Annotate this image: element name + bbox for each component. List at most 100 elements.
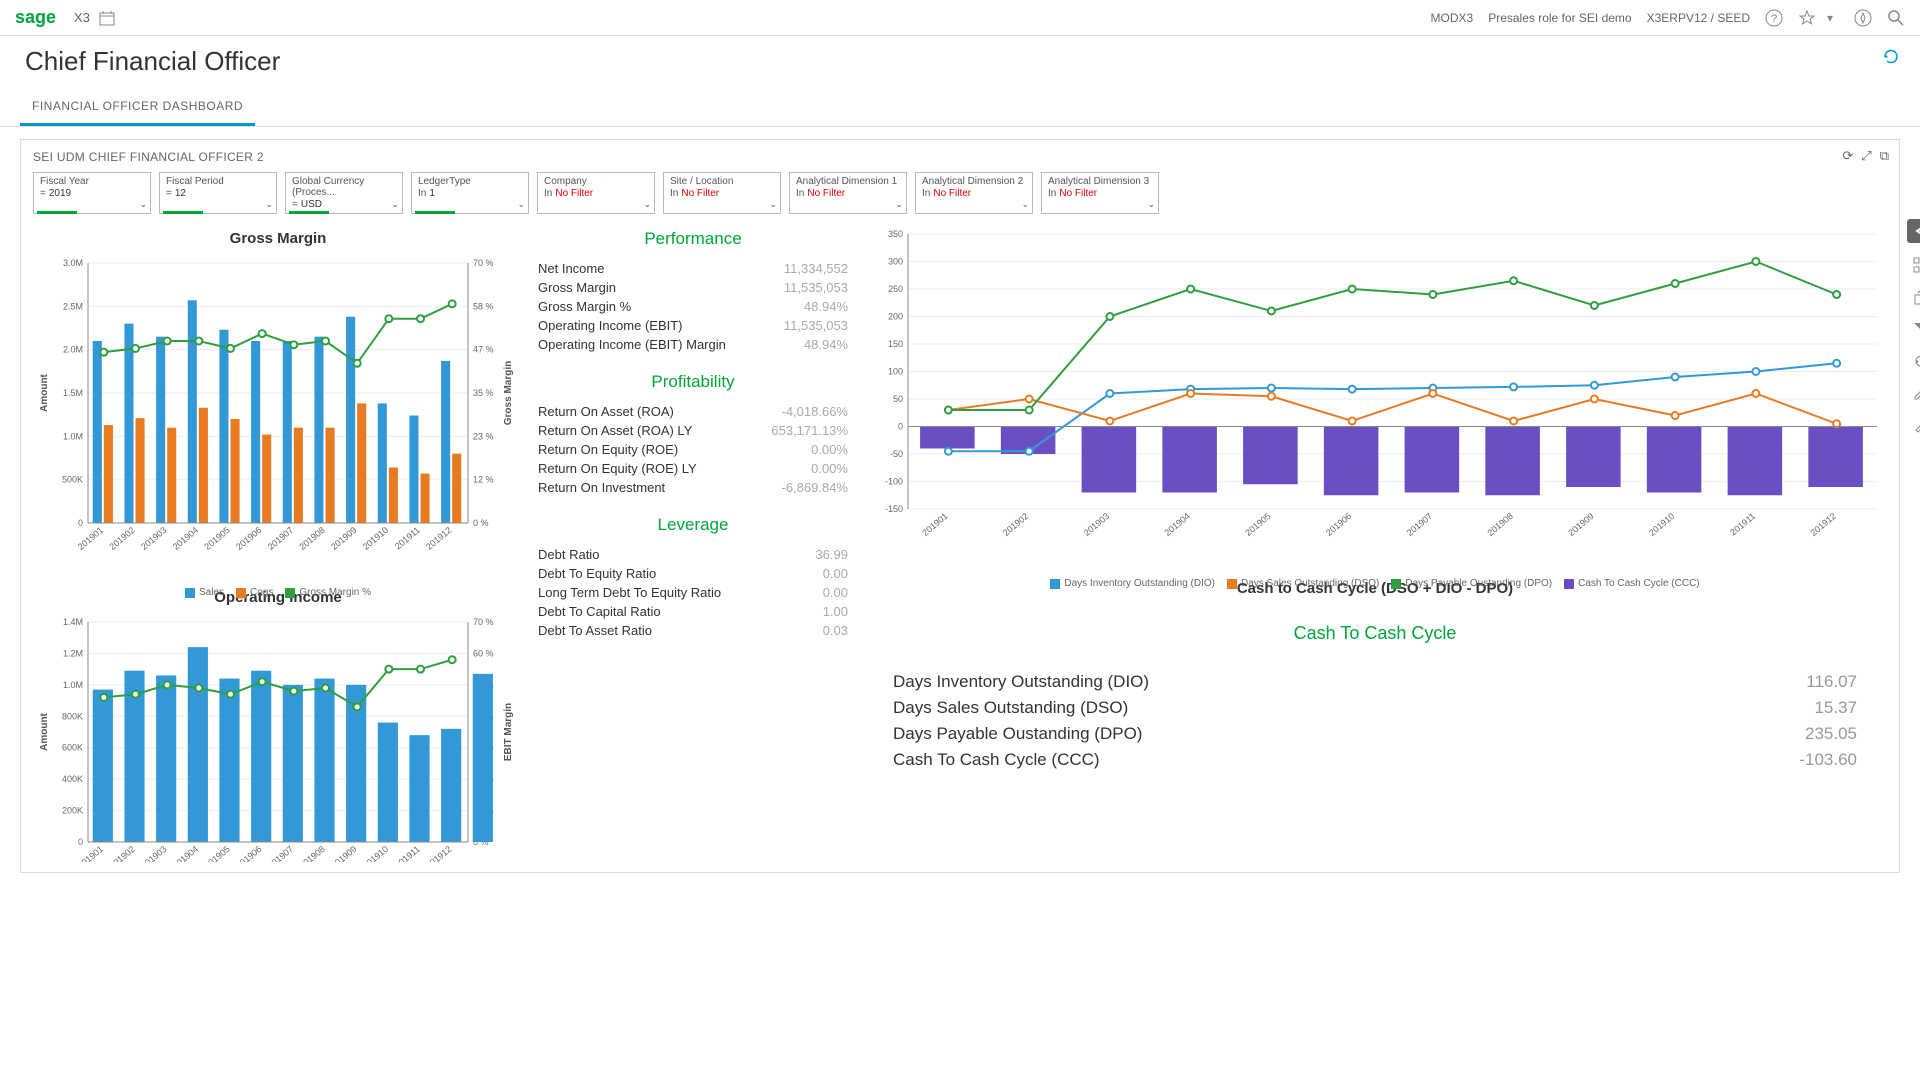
svg-text:201908: 201908: [1485, 511, 1514, 538]
kpi-row: Return On Equity (ROE)0.00%: [538, 440, 848, 459]
filter-icon[interactable]: [1911, 319, 1920, 339]
filter-site-location[interactable]: Site / Location In No Filter ⌄: [663, 172, 781, 214]
svg-text:201902: 201902: [107, 525, 136, 552]
export-icon[interactable]: [1911, 287, 1920, 307]
svg-text:47 %: 47 %: [473, 345, 494, 355]
svg-text:201907: 201907: [266, 525, 295, 552]
page-title: Chief Financial Officer: [0, 36, 1920, 89]
grid-icon[interactable]: [1911, 255, 1920, 275]
filter-company[interactable]: Company In No Filter ⌄: [537, 172, 655, 214]
performance-title: Performance: [538, 229, 848, 249]
kpi-row: Debt To Capital Ratio1.00: [538, 602, 848, 621]
svg-text:201904: 201904: [1162, 511, 1191, 538]
svg-text:201911: 201911: [393, 844, 422, 862]
star-icon[interactable]: [1798, 9, 1816, 27]
svg-text:201903: 201903: [139, 525, 168, 552]
svg-text:201910: 201910: [1647, 511, 1676, 538]
refresh-icon[interactable]: ⟳: [1842, 148, 1853, 164]
profitability-section: Profitability Return On Asset (ROA)-4,01…: [538, 372, 848, 497]
svg-text:2.0M: 2.0M: [63, 345, 83, 355]
svg-text:201910: 201910: [361, 844, 390, 862]
kpi-row: Net Income11,334,552: [538, 259, 848, 278]
kpi-row: Operating Income (EBIT)11,535,053: [538, 316, 848, 335]
svg-text:-150: -150: [885, 504, 903, 514]
svg-text:70 %: 70 %: [473, 617, 494, 627]
filter-fiscal-period[interactable]: Fiscal Period = 12 ⌄: [159, 172, 277, 214]
svg-text:-100: -100: [885, 477, 903, 487]
kpi-row: Operating Income (EBIT) Margin48.94%: [538, 335, 848, 354]
svg-text:201906: 201906: [234, 525, 263, 552]
refresh-icon[interactable]: [1882, 48, 1900, 66]
profitability-title: Profitability: [538, 372, 848, 392]
chart-title-gross-margin: Gross Margin: [33, 230, 523, 247]
svg-text:500K: 500K: [62, 475, 83, 485]
filter-ledgertype[interactable]: LedgerType In 1 ⌄: [411, 172, 529, 214]
svg-text:3.0M: 3.0M: [63, 258, 83, 268]
filter-fiscal-year[interactable]: Fiscal Year = 2019 ⌄: [33, 172, 151, 214]
svg-text:50: 50: [893, 394, 903, 404]
tab-financial-dashboard[interactable]: FINANCIAL OFFICER DASHBOARD: [20, 89, 255, 126]
chevron-down-icon[interactable]: ▾: [1821, 9, 1839, 27]
svg-text:201910: 201910: [361, 525, 390, 552]
filter-analytical-dimension-2[interactable]: Analytical Dimension 2 In No Filter ⌄: [915, 172, 1033, 214]
svg-text:201902: 201902: [1001, 511, 1030, 538]
svg-text:201903: 201903: [1082, 511, 1111, 538]
back-icon[interactable]: [1907, 219, 1920, 243]
leverage-title: Leverage: [538, 515, 848, 535]
svg-text:1.0M: 1.0M: [63, 431, 83, 441]
kpi-row: Days Sales Outstanding (DSO)15.37: [893, 695, 1857, 721]
filter-analytical-dimension-1[interactable]: Analytical Dimension 1 In No Filter ⌄: [789, 172, 907, 214]
mod-label[interactable]: MODX3: [1431, 11, 1474, 25]
svg-text:201901: 201901: [76, 525, 105, 552]
svg-text:201905: 201905: [1243, 511, 1272, 538]
kpi-row: Gross Margin %48.94%: [538, 297, 848, 316]
svg-text:1.5M: 1.5M: [63, 388, 83, 398]
popout-icon[interactable]: ⧉: [1880, 148, 1889, 164]
kpi-row: Gross Margin11,535,053: [538, 278, 848, 297]
dashboard-panel: SEI UDM CHIEF FINANCIAL OFFICER 2 ⟳ ⤢ ⧉ …: [20, 139, 1900, 873]
product-label: X3: [74, 10, 90, 25]
svg-text:12 %: 12 %: [473, 475, 494, 485]
svg-text:201907: 201907: [266, 844, 295, 862]
svg-text:60 %: 60 %: [473, 648, 494, 658]
svg-text:300: 300: [888, 257, 903, 267]
kpi-row: Return On Asset (ROA) LY653,171.13%: [538, 421, 848, 440]
role-label[interactable]: Presales role for SEI demo: [1488, 11, 1631, 25]
svg-text:800K: 800K: [62, 711, 83, 721]
sync-icon[interactable]: [1911, 351, 1920, 371]
help-icon[interactable]: ?: [1765, 9, 1783, 27]
svg-text:201906: 201906: [234, 844, 263, 862]
svg-text:-50: -50: [890, 449, 903, 459]
expand-icon[interactable]: ⤢: [1861, 148, 1871, 164]
svg-text:201908: 201908: [297, 525, 326, 552]
kpi-row: Debt To Equity Ratio0.00: [538, 564, 848, 583]
kpi-row: Days Payable Oustanding (DPO)235.05: [893, 721, 1857, 747]
svg-text:600K: 600K: [62, 743, 83, 753]
svg-text:200K: 200K: [62, 806, 83, 816]
chart-gross-margin: 00 %500K12 %1.0M23 %1.5M35 %2.0M47 %2.5M…: [33, 253, 523, 583]
chart-cash-cycle: -150-100-5005010015020025030035020190120…: [863, 224, 1887, 574]
eyedropper-icon[interactable]: [1911, 415, 1920, 435]
env-label[interactable]: X3ERPV12 / SEED: [1647, 11, 1750, 25]
svg-text:201906: 201906: [1324, 511, 1353, 538]
search-icon[interactable]: [1887, 9, 1905, 27]
calendar-icon[interactable]: [98, 9, 116, 27]
svg-text:201902: 201902: [107, 844, 136, 862]
compass-icon[interactable]: [1854, 9, 1872, 27]
svg-text:0: 0: [78, 518, 83, 528]
svg-text:201912: 201912: [424, 525, 453, 552]
svg-text:400K: 400K: [62, 774, 83, 784]
svg-text:200: 200: [888, 312, 903, 322]
kpi-row: Cash To Cash Cycle (CCC)-103.60: [893, 747, 1857, 773]
svg-text:23 %: 23 %: [473, 431, 494, 441]
svg-text:201904: 201904: [171, 844, 200, 862]
svg-text:58 %: 58 %: [473, 301, 494, 311]
kpi-row: Return On Investment-6,869.84%: [538, 478, 848, 497]
svg-text:0 %: 0 %: [473, 518, 489, 528]
svg-text:201909: 201909: [329, 525, 358, 552]
filter-global-currency-proces-[interactable]: Global Currency (Proces... = USD ⌄: [285, 172, 403, 214]
kpi-row: Long Term Debt To Equity Ratio0.00: [538, 583, 848, 602]
svg-text:EBIT Margin: EBIT Margin: [503, 703, 514, 761]
filter-analytical-dimension-3[interactable]: Analytical Dimension 3 In No Filter ⌄: [1041, 172, 1159, 214]
pencil-icon[interactable]: [1911, 383, 1920, 403]
